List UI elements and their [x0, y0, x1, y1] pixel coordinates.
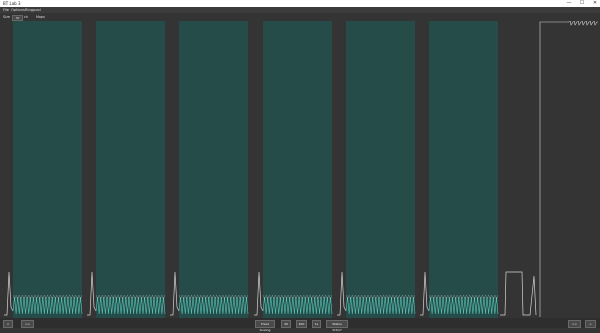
toolbar: Size 30 ch Maps [0, 13, 600, 21]
prev-all-button[interactable]: << [21, 320, 34, 328]
status-button[interactable]: Status 3/3/17 [326, 320, 348, 332]
stimulus-panel [429, 21, 498, 318]
size-unit: ch [24, 15, 29, 19]
spike-trace [337, 271, 347, 316]
spike-trace [87, 271, 97, 316]
window-title: BT Lab 3 [3, 1, 21, 6]
title-bar: BT Lab 3 — ☐ ✕ [0, 0, 600, 7]
stimulus-panel [263, 21, 332, 318]
spike-trace [4, 271, 14, 316]
stimulus-panel [346, 21, 415, 318]
scale-a-field[interactable]: 30 [281, 320, 291, 328]
fixed-scaling-button[interactable]: Fixed Scaling [255, 320, 275, 332]
maps-button[interactable]: Maps [36, 13, 45, 21]
signal-plot-area[interactable] [0, 18, 600, 318]
prev-button[interactable]: < [3, 320, 13, 328]
stimulus-panel [13, 21, 82, 318]
bottom-bar: < << Fixed Scaling 30 400 1s Status 3/3/… [0, 318, 600, 332]
reference-trace [539, 18, 598, 317]
size-label: Size [3, 15, 10, 19]
next-button[interactable]: > [585, 320, 596, 328]
stimulus-panel [179, 21, 248, 318]
reference-line [539, 18, 598, 317]
spike-trace [170, 271, 180, 316]
pulse-trace [500, 271, 537, 316]
stimulus-panel [96, 21, 165, 318]
spike-trace [420, 271, 430, 316]
scale-b-field[interactable]: 400 [296, 320, 307, 328]
spike-trace [254, 271, 264, 316]
next-all-button[interactable]: >> [568, 320, 581, 328]
minimize-icon[interactable]: — [565, 0, 573, 7]
maximize-icon[interactable]: ☐ [578, 0, 586, 7]
scale-c-field[interactable]: 1s [312, 320, 321, 328]
close-icon[interactable]: ✕ [591, 0, 599, 7]
